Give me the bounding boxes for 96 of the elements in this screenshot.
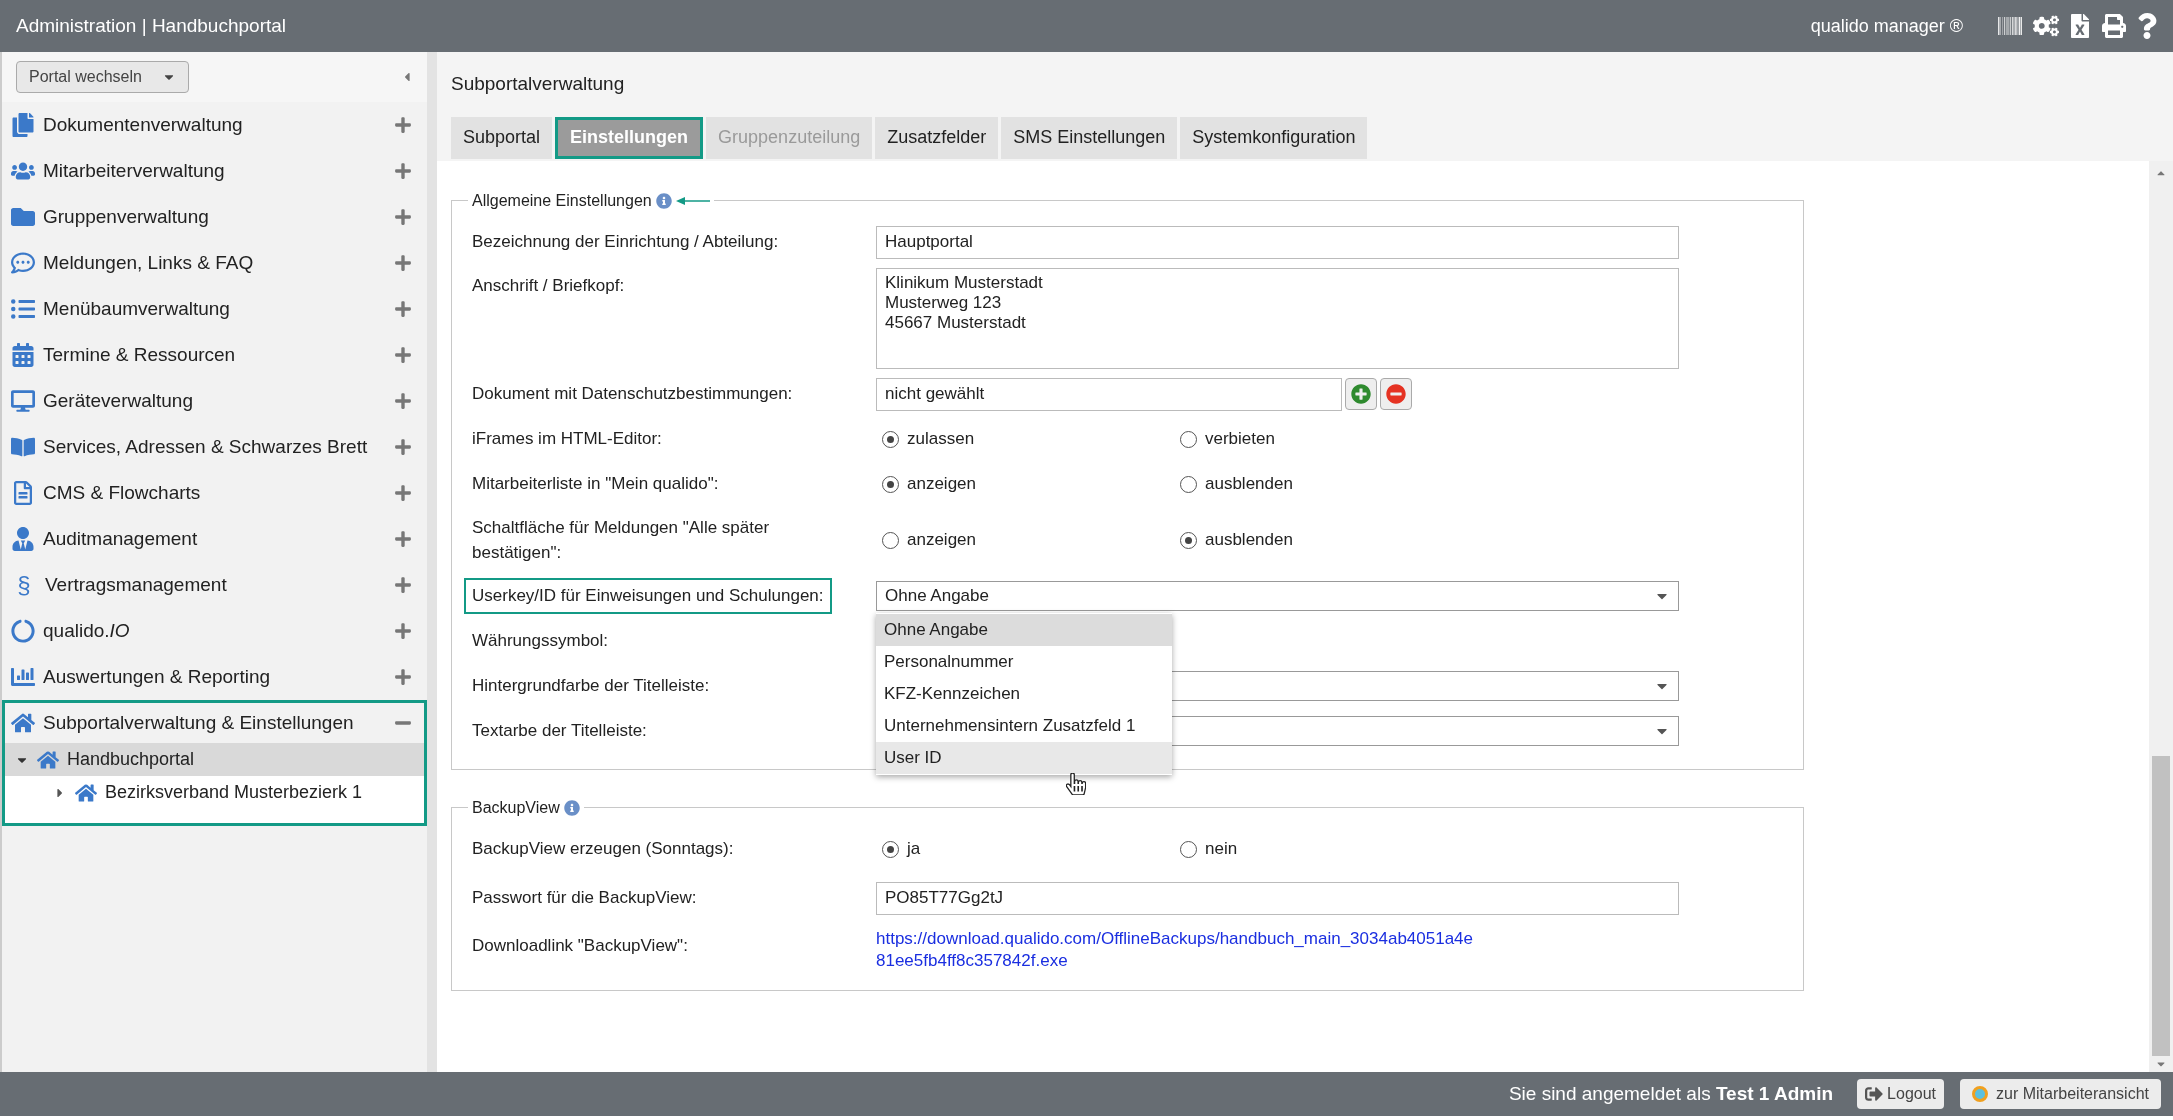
field-label: Passwort für die BackupView: <box>471 887 698 910</box>
select-field[interactable]: Ohne Angabe <box>876 581 1679 611</box>
radio-button[interactable] <box>882 531 899 549</box>
house-icon <box>75 781 97 804</box>
field-label: Mitarbeiterliste in "Mein qualido": <box>471 473 720 496</box>
logout-button[interactable]: Logout <box>1857 1079 1945 1109</box>
paragraph-icon: § <box>11 567 37 603</box>
radio-button[interactable] <box>882 475 899 493</box>
radio-button[interactable] <box>882 430 899 448</box>
expand-icon[interactable] <box>394 116 412 134</box>
expand-icon[interactable] <box>394 576 412 594</box>
field-label: Userkey/ID für Einweisungen und Schulungen: <box>464 578 832 614</box>
tree-item[interactable]: Bezirksverband Musterbezierk 1 <box>5 776 424 809</box>
page-title: Subportalverwaltung <box>451 72 626 96</box>
settings-icon[interactable] <box>2033 14 2059 38</box>
ring-icon <box>1972 1086 1989 1102</box>
text-field[interactable]: PO85T77Gg2tJ <box>876 881 1679 915</box>
tab[interactable]: SMS Einstellungen <box>1001 116 1178 159</box>
product-name: qualido manager ® <box>1810 14 1963 38</box>
radio-label: zulassen <box>907 428 975 451</box>
remove-button[interactable] <box>1380 378 1412 410</box>
logout-icon <box>1865 1085 1884 1103</box>
radio-label: ausblenden <box>1205 473 1293 496</box>
dropdown-option[interactable]: Personalnummer <box>876 646 1172 678</box>
expand-icon[interactable] <box>394 438 412 456</box>
field-label: iFrames im HTML-Editor: <box>471 428 663 451</box>
field-label: BackupView erzeugen (Sonntags): <box>471 838 735 861</box>
scrollbar[interactable] <box>2149 160 2173 1072</box>
menu-item[interactable]: Subportalverwaltung & Einstellungen <box>5 703 424 743</box>
scrollbar-thumb[interactable] <box>2152 756 2170 1056</box>
window-title: Administration | Handbuchportal <box>16 13 287 38</box>
dropdown-option[interactable]: Unternehmensintern Zusatzfeld 1 <box>876 710 1172 742</box>
book-icon <box>11 435 35 459</box>
tree-item[interactable]: Handbuchportal <box>5 743 424 776</box>
expand-icon[interactable] <box>394 346 412 364</box>
section-title: Allgemeine Einstellungen <box>472 190 652 211</box>
folder-icon <box>11 205 35 229</box>
barcode-icon[interactable] <box>1997 14 2023 38</box>
login-status: Sie sind angemeldet als Test 1 Admin <box>1508 1081 1834 1106</box>
list-icon <box>11 297 35 321</box>
expand-icon[interactable] <box>394 254 412 272</box>
document-field[interactable]: nicht gewählt <box>876 377 1342 411</box>
radio-label: anzeigen <box>907 529 976 552</box>
field-label: Währungssymbol: <box>471 630 610 653</box>
tab[interactable]: Zusatzfelder <box>875 116 999 159</box>
field-label: Textarbe der Titelleiste: <box>471 720 648 743</box>
radio-button[interactable] <box>1180 475 1197 493</box>
expand-icon[interactable] <box>394 668 412 686</box>
bar-chart-icon <box>11 665 35 689</box>
portal-switch-button[interactable]: Portal wechseln <box>16 61 189 93</box>
radio-label: verbieten <box>1205 428 1275 451</box>
address-field[interactable]: Klinikum Musterstadt Musterweg 123 45667 Musterstadt <box>876 267 1679 369</box>
radio-button[interactable] <box>1180 430 1197 448</box>
radio-button[interactable] <box>882 840 899 858</box>
speech-bubble-icon <box>11 251 35 275</box>
file-icon <box>11 481 35 505</box>
download-link[interactable]: https://download.qualido.com/OfflineBackups/handbuch_main_3034ab4051a4e 81ee5fb4ff8c357842f.exe <box>876 927 1536 972</box>
info-icon[interactable] <box>655 192 672 209</box>
spreadsheet-icon[interactable] <box>2069 14 2091 38</box>
dropdown-option[interactable]: User ID <box>876 742 1172 774</box>
staff-view-button[interactable]: zur Mitarbeiteransicht <box>1960 1079 2161 1109</box>
house-icon <box>37 748 59 771</box>
text-field[interactable]: Hauptportal <box>876 225 1679 259</box>
calendar-icon <box>11 343 35 367</box>
help-icon[interactable] <box>2137 13 2157 39</box>
add-button[interactable] <box>1345 378 1377 410</box>
monitor-icon <box>11 389 35 413</box>
tab[interactable]: Subportal <box>451 116 553 159</box>
expand-icon[interactable] <box>394 622 412 640</box>
info-icon[interactable] <box>563 799 580 816</box>
expand-icon[interactable] <box>394 530 412 548</box>
field-label: Bezeichnung der Einrichtung / Abteilung: <box>471 231 780 254</box>
radio-label: nein <box>1205 838 1238 861</box>
section-title: BackupView <box>472 797 560 818</box>
person-icon <box>11 527 35 551</box>
expand-icon[interactable] <box>394 484 412 502</box>
dropdown-option[interactable]: KFZ-Kennzeichen <box>876 678 1172 710</box>
dropdown-option[interactable]: Ohne Angabe <box>876 614 1172 646</box>
tab[interactable]: Systemkonfiguration <box>1180 116 1368 159</box>
field-label: Dokument mit Datenschutzbestimmungen: <box>471 383 794 406</box>
radio-label: ausblenden <box>1205 529 1293 552</box>
expand-icon[interactable] <box>394 162 412 180</box>
radio-label: anzeigen <box>907 473 976 496</box>
field-label: Anschrift / Briefkopf: <box>471 274 626 297</box>
house-icon <box>11 711 35 735</box>
radio-label: ja <box>907 838 921 861</box>
field-label: Schaltfläche für Meldungen "Alle später bestätigen": <box>471 516 771 564</box>
field-label: Downloadlink "BackupView": <box>471 934 689 957</box>
expand-icon[interactable] <box>394 392 412 410</box>
printer-icon[interactable] <box>2101 14 2127 38</box>
radio-button[interactable] <box>1180 531 1197 549</box>
expand-icon[interactable] <box>394 300 412 318</box>
field-label: Hintergrundfarbe der Titelleiste: <box>471 675 711 698</box>
expand-icon[interactable] <box>394 208 412 226</box>
documents-icon <box>11 113 35 137</box>
radio-button[interactable] <box>1180 840 1197 858</box>
